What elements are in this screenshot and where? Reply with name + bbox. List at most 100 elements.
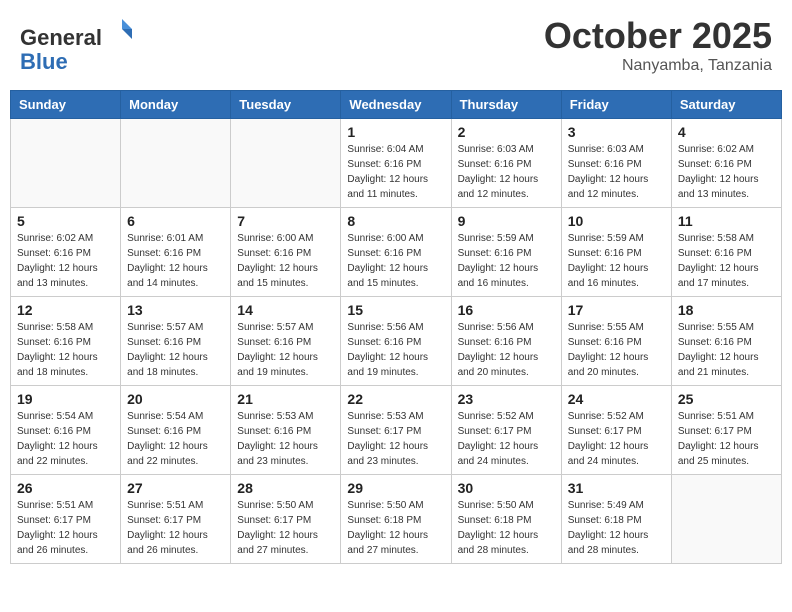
day-info: Sunrise: 5:55 AMSunset: 6:16 PMDaylight:… bbox=[568, 320, 665, 380]
day-number: 1 bbox=[347, 124, 444, 140]
day-info: Sunrise: 6:00 AMSunset: 6:16 PMDaylight:… bbox=[237, 231, 334, 291]
calendar-day-cell: 19 Sunrise: 5:54 AMSunset: 6:16 PMDayligh… bbox=[11, 386, 121, 475]
calendar-day-cell: 12 Sunrise: 5:58 AMSunset: 6:16 PMDayligh… bbox=[11, 297, 121, 386]
day-number: 31 bbox=[568, 480, 665, 496]
calendar-day-cell: 8 Sunrise: 6:00 AMSunset: 6:16 PMDaylight… bbox=[341, 208, 451, 297]
day-number: 16 bbox=[458, 302, 555, 318]
calendar-week-row: 12 Sunrise: 5:58 AMSunset: 6:16 PMDayligh… bbox=[11, 297, 782, 386]
day-info: Sunrise: 5:51 AMSunset: 6:17 PMDaylight:… bbox=[127, 498, 224, 558]
day-number: 22 bbox=[347, 391, 444, 407]
calendar-table: SundayMondayTuesdayWednesdayThursdayFrid… bbox=[10, 90, 782, 564]
calendar-day-header: Thursday bbox=[451, 91, 561, 119]
day-number: 8 bbox=[347, 213, 444, 229]
calendar-day-cell: 16 Sunrise: 5:56 AMSunset: 6:16 PMDayligh… bbox=[451, 297, 561, 386]
calendar-day-cell: 14Sunrise: 5:57 AMSunset: 6:16 PMDayligh… bbox=[231, 297, 341, 386]
calendar-day-cell: 23Sunrise: 5:52 AMSunset: 6:17 PMDayligh… bbox=[451, 386, 561, 475]
day-info: Sunrise: 5:53 AMSunset: 6:16 PMDaylight:… bbox=[237, 409, 334, 469]
calendar-week-row: 1 Sunrise: 6:04 AMSunset: 6:16 PMDaylight… bbox=[11, 119, 782, 208]
logo-blue-text: Blue bbox=[20, 49, 68, 74]
day-info: Sunrise: 6:03 AMSunset: 6:16 PMDaylight:… bbox=[568, 142, 665, 202]
day-number: 24 bbox=[568, 391, 665, 407]
day-info: Sunrise: 5:51 AMSunset: 6:17 PMDaylight:… bbox=[17, 498, 114, 558]
day-info: Sunrise: 6:01 AMSunset: 6:16 PMDaylight:… bbox=[127, 231, 224, 291]
day-number: 25 bbox=[678, 391, 775, 407]
day-info: Sunrise: 6:04 AMSunset: 6:16 PMDaylight:… bbox=[347, 142, 444, 202]
day-number: 18 bbox=[678, 302, 775, 318]
day-number: 6 bbox=[127, 213, 224, 229]
calendar-day-cell: 6 Sunrise: 6:01 AMSunset: 6:16 PMDaylight… bbox=[121, 208, 231, 297]
title-block: October 2025 Nanyamba, Tanzania bbox=[544, 15, 772, 75]
day-info: Sunrise: 6:02 AMSunset: 6:16 PMDaylight:… bbox=[17, 231, 114, 291]
page-header: General Blue October 2025 Nanyamba, Tanz… bbox=[10, 10, 782, 80]
calendar-day-cell: 31 Sunrise: 5:49 AMSunset: 6:18 PMDayligh… bbox=[561, 475, 671, 564]
day-number: 12 bbox=[17, 302, 114, 318]
calendar-day-cell bbox=[671, 475, 781, 564]
day-info: Sunrise: 5:56 AMSunset: 6:16 PMDaylight:… bbox=[458, 320, 555, 380]
calendar-day-cell: 2 Sunrise: 6:03 AMSunset: 6:16 PMDaylight… bbox=[451, 119, 561, 208]
calendar-day-cell: 28Sunrise: 5:50 AMSunset: 6:17 PMDayligh… bbox=[231, 475, 341, 564]
calendar-day-header: Tuesday bbox=[231, 91, 341, 119]
location-text: Nanyamba, Tanzania bbox=[544, 57, 772, 75]
day-info: Sunrise: 5:58 AMSunset: 6:16 PMDaylight:… bbox=[678, 231, 775, 291]
day-info: Sunrise: 6:00 AMSunset: 6:16 PMDaylight:… bbox=[347, 231, 444, 291]
calendar-day-cell: 9Sunrise: 5:59 AMSunset: 6:16 PMDaylight… bbox=[451, 208, 561, 297]
day-info: Sunrise: 5:54 AMSunset: 6:16 PMDaylight:… bbox=[17, 409, 114, 469]
day-info: Sunrise: 5:52 AMSunset: 6:17 PMDaylight:… bbox=[568, 409, 665, 469]
month-title: October 2025 bbox=[544, 15, 772, 57]
day-number: 9 bbox=[458, 213, 555, 229]
logo-general-text: General bbox=[20, 25, 102, 50]
day-number: 13 bbox=[127, 302, 224, 318]
calendar-week-row: 19 Sunrise: 5:54 AMSunset: 6:16 PMDayligh… bbox=[11, 386, 782, 475]
calendar-day-cell: 24 Sunrise: 5:52 AMSunset: 6:17 PMDayligh… bbox=[561, 386, 671, 475]
day-info: Sunrise: 5:57 AMSunset: 6:16 PMDaylight:… bbox=[127, 320, 224, 380]
calendar-day-cell: 7 Sunrise: 6:00 AMSunset: 6:16 PMDaylight… bbox=[231, 208, 341, 297]
calendar-day-cell: 30 Sunrise: 5:50 AMSunset: 6:18 PMDayligh… bbox=[451, 475, 561, 564]
day-info: Sunrise: 5:50 AMSunset: 6:18 PMDaylight:… bbox=[458, 498, 555, 558]
calendar-day-cell: 27 Sunrise: 5:51 AMSunset: 6:17 PMDayligh… bbox=[121, 475, 231, 564]
calendar-day-cell: 3 Sunrise: 6:03 AMSunset: 6:16 PMDaylight… bbox=[561, 119, 671, 208]
day-number: 30 bbox=[458, 480, 555, 496]
day-info: Sunrise: 5:53 AMSunset: 6:17 PMDaylight:… bbox=[347, 409, 444, 469]
calendar-day-cell: 1 Sunrise: 6:04 AMSunset: 6:16 PMDaylight… bbox=[341, 119, 451, 208]
calendar-week-row: 5 Sunrise: 6:02 AMSunset: 6:16 PMDaylight… bbox=[11, 208, 782, 297]
day-number: 23 bbox=[458, 391, 555, 407]
day-number: 15 bbox=[347, 302, 444, 318]
day-number: 11 bbox=[678, 213, 775, 229]
day-info: Sunrise: 5:59 AMSunset: 6:16 PMDaylight:… bbox=[568, 231, 665, 291]
day-number: 3 bbox=[568, 124, 665, 140]
calendar-day-cell bbox=[231, 119, 341, 208]
day-number: 5 bbox=[17, 213, 114, 229]
day-number: 21 bbox=[237, 391, 334, 407]
calendar-header-row: SundayMondayTuesdayWednesdayThursdayFrid… bbox=[11, 91, 782, 119]
day-info: Sunrise: 5:50 AMSunset: 6:18 PMDaylight:… bbox=[347, 498, 444, 558]
day-number: 17 bbox=[568, 302, 665, 318]
day-number: 29 bbox=[347, 480, 444, 496]
day-number: 7 bbox=[237, 213, 334, 229]
calendar-day-cell: 17 Sunrise: 5:55 AMSunset: 6:16 PMDayligh… bbox=[561, 297, 671, 386]
logo: General Blue bbox=[20, 15, 134, 74]
day-info: Sunrise: 5:49 AMSunset: 6:18 PMDaylight:… bbox=[568, 498, 665, 558]
calendar-day-cell: 10 Sunrise: 5:59 AMSunset: 6:16 PMDayligh… bbox=[561, 208, 671, 297]
calendar-day-cell: 13 Sunrise: 5:57 AMSunset: 6:16 PMDayligh… bbox=[121, 297, 231, 386]
day-number: 2 bbox=[458, 124, 555, 140]
calendar-day-header: Monday bbox=[121, 91, 231, 119]
day-info: Sunrise: 5:58 AMSunset: 6:16 PMDaylight:… bbox=[17, 320, 114, 380]
day-number: 19 bbox=[17, 391, 114, 407]
day-number: 26 bbox=[17, 480, 114, 496]
calendar-day-cell: 21 Sunrise: 5:53 AMSunset: 6:16 PMDayligh… bbox=[231, 386, 341, 475]
day-info: Sunrise: 6:03 AMSunset: 6:16 PMDaylight:… bbox=[458, 142, 555, 202]
calendar-day-cell: 18 Sunrise: 5:55 AMSunset: 6:16 PMDayligh… bbox=[671, 297, 781, 386]
calendar-day-cell: 29 Sunrise: 5:50 AMSunset: 6:18 PMDayligh… bbox=[341, 475, 451, 564]
day-number: 27 bbox=[127, 480, 224, 496]
day-info: Sunrise: 5:55 AMSunset: 6:16 PMDaylight:… bbox=[678, 320, 775, 380]
calendar-week-row: 26 Sunrise: 5:51 AMSunset: 6:17 PMDayligh… bbox=[11, 475, 782, 564]
logo-icon bbox=[104, 15, 134, 45]
day-info: Sunrise: 5:54 AMSunset: 6:16 PMDaylight:… bbox=[127, 409, 224, 469]
day-number: 10 bbox=[568, 213, 665, 229]
day-info: Sunrise: 6:02 AMSunset: 6:16 PMDaylight:… bbox=[678, 142, 775, 202]
calendar-day-cell: 11 Sunrise: 5:58 AMSunset: 6:16 PMDayligh… bbox=[671, 208, 781, 297]
day-number: 28 bbox=[237, 480, 334, 496]
calendar-day-cell bbox=[11, 119, 121, 208]
calendar-day-cell: 25Sunrise: 5:51 AMSunset: 6:17 PMDayligh… bbox=[671, 386, 781, 475]
calendar-day-header: Saturday bbox=[671, 91, 781, 119]
